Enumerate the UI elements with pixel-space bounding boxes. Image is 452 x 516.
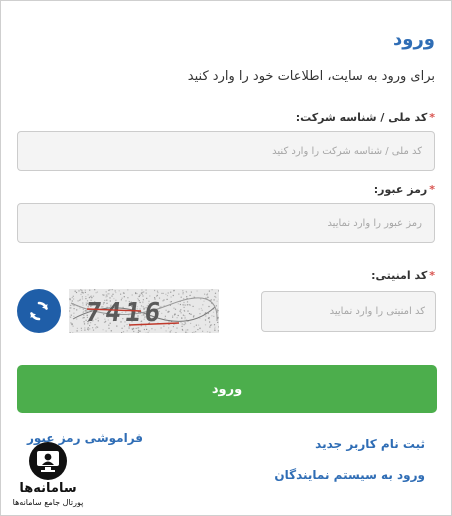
password-label: *رمز عبور:: [374, 183, 435, 196]
page-title: ورود: [393, 29, 435, 50]
agents-login-link[interactable]: ورود به سیستم نمایندگان: [274, 468, 425, 482]
captcha-image: 7416: [69, 289, 219, 333]
password-label-text: رمز عبور:: [373, 183, 428, 196]
captcha-input[interactable]: [261, 291, 436, 332]
password-input[interactable]: [17, 203, 435, 243]
required-mark: *: [429, 183, 435, 196]
watermark-name: سامانه‌ها: [19, 481, 77, 496]
watermark-logo: سامانه‌ها پورتال جامع سامانه‌ها: [5, 441, 91, 511]
login-panel: ورود برای ورود به سایت، اطلاعات خود را و…: [0, 0, 452, 516]
required-mark: *: [429, 111, 435, 124]
national-id-label-text: کد ملی / شناسه شرکت:: [295, 111, 428, 124]
national-id-input[interactable]: [17, 131, 435, 171]
captcha-label-text: کد امنیتی:: [371, 269, 428, 282]
national-id-label: *کد ملی / شناسه شرکت:: [296, 111, 435, 124]
required-mark: *: [429, 269, 435, 282]
captcha-refresh-button[interactable]: [17, 289, 61, 333]
monitor-person-icon: [29, 442, 67, 480]
login-button[interactable]: ورود: [17, 365, 437, 413]
refresh-icon: [30, 301, 48, 321]
watermark-tagline: پورتال جامع سامانه‌ها: [12, 498, 84, 507]
captcha-label: *کد امنیتی:: [371, 269, 435, 282]
page-subtitle: برای ورود به سایت، اطلاعات خود را وارد ک…: [187, 69, 435, 84]
register-link[interactable]: ثبت نام کاربر جدید: [315, 437, 425, 451]
